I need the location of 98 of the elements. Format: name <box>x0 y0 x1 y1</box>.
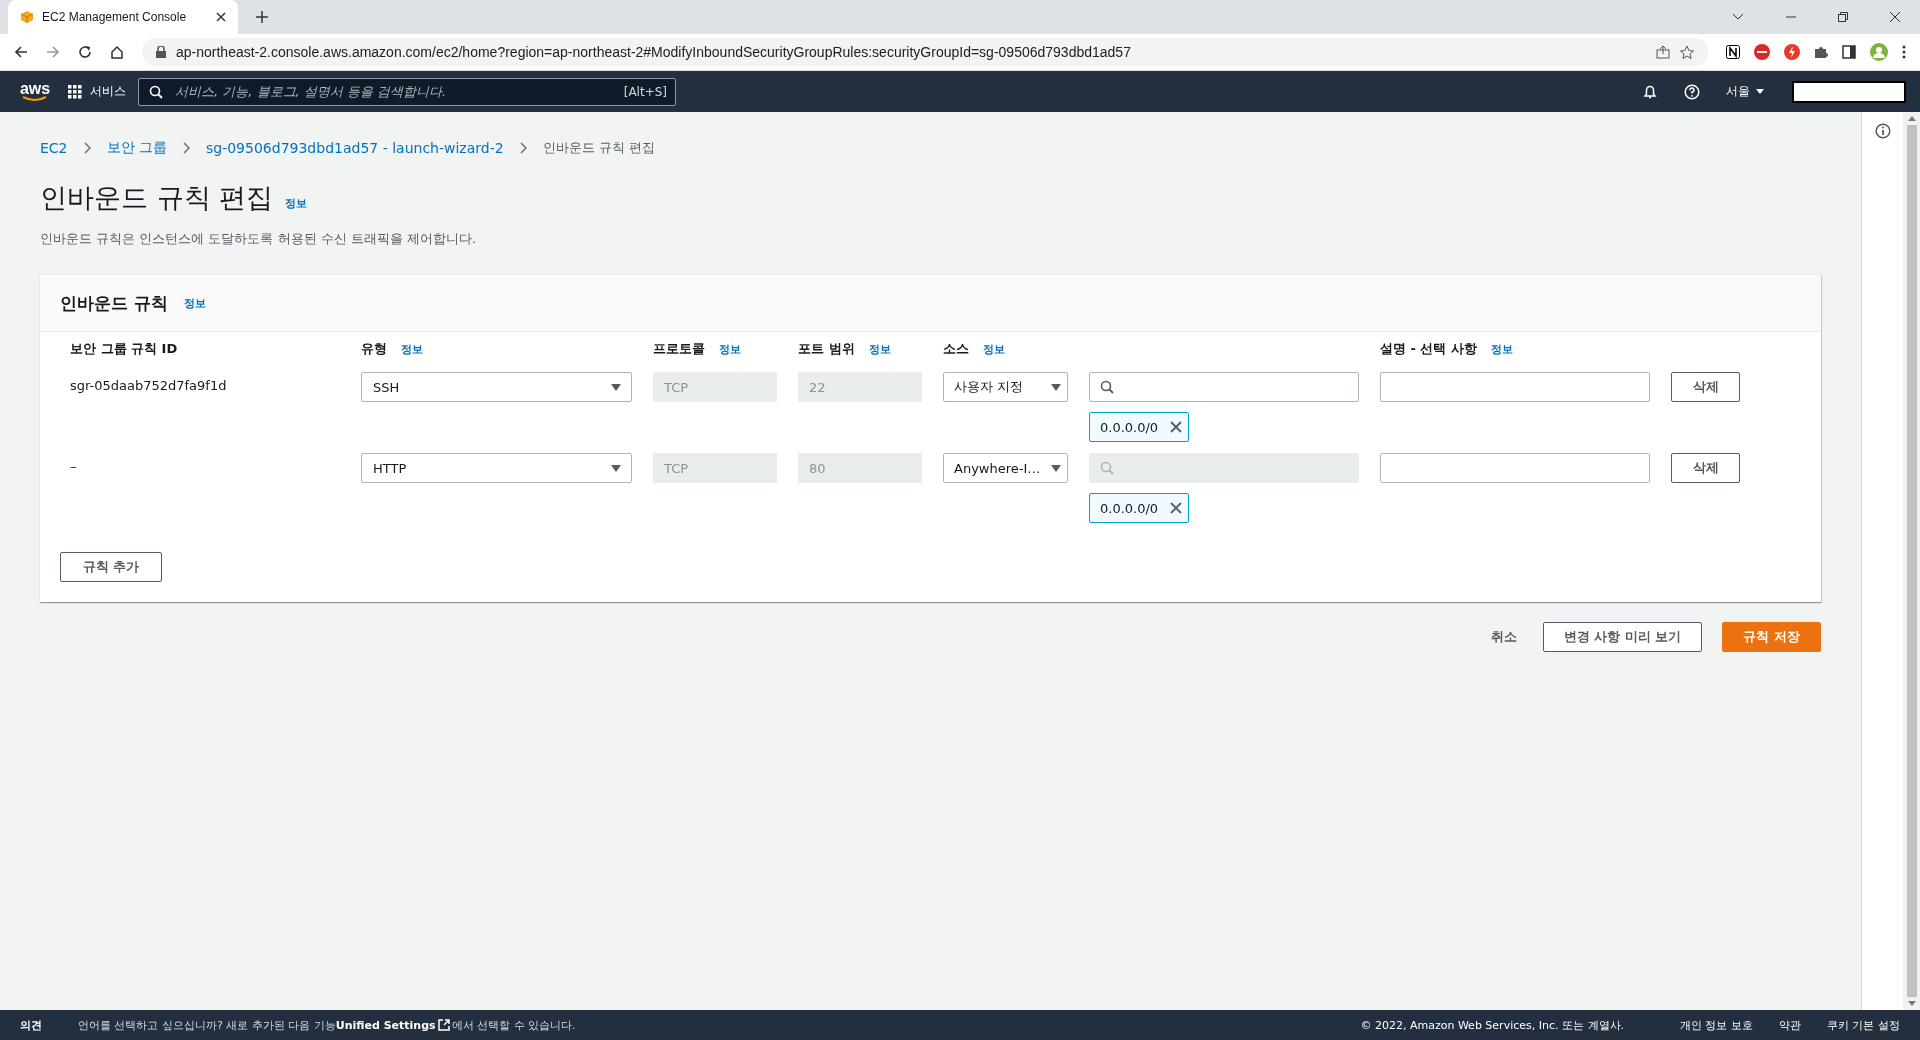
delete-button[interactable]: 삭제 <box>1671 372 1740 402</box>
info-icon[interactable] <box>1874 123 1891 139</box>
forward-icon[interactable] <box>46 45 60 59</box>
info-link[interactable]: 정보 <box>183 295 206 311</box>
delete-button[interactable]: 삭제 <box>1671 453 1740 483</box>
info-link[interactable]: 정보 <box>1491 341 1513 357</box>
info-link[interactable]: 정보 <box>868 341 891 357</box>
scroll-down-icon[interactable] <box>1907 1001 1916 1006</box>
copyright-text: © 2022, Amazon Web Services, Inc. 또는 계열사. <box>1360 1017 1624 1033</box>
source-select[interactable]: 사용자 지정 <box>943 372 1068 402</box>
account-menu[interactable] <box>1792 80 1906 103</box>
type-select[interactable]: HTTP <box>361 453 632 483</box>
breadcrumb-link[interactable]: 보안 그룹 <box>106 139 167 157</box>
chevron-right-icon <box>83 142 91 154</box>
cube-icon <box>20 10 34 24</box>
shortcut-hint: [Alt+S] <box>623 84 667 99</box>
caret-icon <box>1051 383 1061 391</box>
info-link[interactable]: 정보 <box>719 341 741 357</box>
search-icon <box>149 84 163 99</box>
share-icon[interactable] <box>1656 45 1670 59</box>
column-header: 소스 <box>943 340 969 358</box>
plus-icon[interactable] <box>256 11 268 23</box>
breadcrumb-current: 인바운드 규칙 편집 <box>542 139 655 157</box>
scroll-up-icon[interactable] <box>1907 116 1916 121</box>
port-field: 22 <box>798 372 922 402</box>
page-description: 인바운드 규칙은 인스턴스에 도달하도록 허용된 수신 트래픽을 제어합니다. <box>40 230 478 248</box>
column-header: 보안 그룹 규칙 ID <box>70 340 178 358</box>
settings-notice-end: 에서 선택할 수 있습니다. <box>451 1017 576 1033</box>
protocol-field: TCP <box>653 453 777 483</box>
home-icon[interactable] <box>110 45 124 59</box>
aws-logo[interactable]: aws <box>18 81 52 102</box>
rule-id: sgr-05daab752d7fa9f1d <box>70 377 228 395</box>
puzzle-icon[interactable] <box>1814 45 1828 59</box>
address-field[interactable]: ap-northeast-2.console.aws.amazon.com/ec2/home?region=ap-northeast-2#ModifyInboundSecurityGroupRules:securityGroupId=sg-09506d793dbd1ad57 <box>142 38 1708 66</box>
breadcrumb-link[interactable]: EC2 <box>40 140 68 156</box>
column-header: 프로토콜 <box>653 340 705 358</box>
caret-icon <box>611 464 621 472</box>
add-rule-button[interactable]: 규칙 추가 <box>60 552 162 582</box>
info-link[interactable]: 정보 <box>983 341 1005 357</box>
column-header: 유형 <box>361 340 387 358</box>
smile-icon <box>22 95 48 102</box>
cidr-search-field[interactable] <box>1089 372 1359 402</box>
column-header: 설명 - 선택 사항 <box>1380 340 1477 358</box>
token-label: 0.0.0.0/0 <box>1100 419 1159 435</box>
feedback-link[interactable]: 의견 <box>20 1017 42 1033</box>
scrollbar-thumb[interactable] <box>1906 125 1917 997</box>
flame-icon[interactable] <box>1784 44 1800 60</box>
search-field[interactable]: 서비스, 기능, 블로그, 설명서 등을 검색합니다. [Alt+S] <box>138 77 676 106</box>
search-icon <box>1100 380 1114 394</box>
lock-icon <box>156 46 166 58</box>
close-icon[interactable] <box>1170 421 1183 433</box>
sidebar-icon[interactable] <box>1842 45 1856 59</box>
chevron-right-icon <box>519 142 527 154</box>
settings-notice: 언어를 선택하고 싶으십니까? 새로 추가된 다음 기능Unified Settings <box>78 1017 436 1033</box>
caret-icon <box>611 383 621 391</box>
search-input[interactable]: 서비스, 기능, 블로그, 설명서 등을 검색합니다. <box>173 83 614 100</box>
token-label: 0.0.0.0/0 <box>1100 500 1159 516</box>
browser-tab[interactable]: EC2 Management Console <box>8 0 238 34</box>
reload-icon[interactable] <box>78 45 92 59</box>
search-icon <box>1100 461 1114 475</box>
rule-id: – <box>70 458 78 476</box>
help-icon[interactable] <box>1684 83 1700 100</box>
services-menu[interactable]: 서비스 <box>68 83 126 100</box>
description-field[interactable] <box>1380 372 1650 402</box>
description-field[interactable] <box>1380 453 1650 483</box>
star-icon[interactable] <box>1680 45 1694 59</box>
panel-title: 인바운드 규칙 <box>60 291 168 315</box>
cancel-link[interactable]: 취소 <box>1490 628 1517 646</box>
back-icon[interactable] <box>14 45 28 59</box>
chevron-right-icon <box>183 142 190 154</box>
tab-title: EC2 Management Console <box>42 10 188 24</box>
notion-icon[interactable] <box>1726 45 1740 59</box>
region-menu[interactable]: 서울 <box>1726 83 1764 100</box>
column-header: 포트 범위 <box>798 340 855 358</box>
grid-icon <box>68 84 82 99</box>
port-field: 80 <box>798 453 922 483</box>
info-link[interactable]: 정보 <box>285 196 308 211</box>
source-select[interactable]: Anywhere-I… <box>943 453 1068 483</box>
restore-icon[interactable] <box>1838 12 1848 22</box>
external-link-icon[interactable] <box>437 1019 450 1031</box>
info-link[interactable]: 정보 <box>401 341 423 357</box>
caret-icon <box>1756 89 1764 94</box>
preview-button[interactable]: 변경 사항 미리 보기 <box>1542 622 1703 652</box>
chevron-down-icon[interactable] <box>1732 13 1744 21</box>
breadcrumb-link[interactable]: sg-09506d793dbd1ad57 - launch-wizard-2 <box>206 140 504 156</box>
close-icon[interactable] <box>216 12 226 22</box>
footer-link[interactable]: 쿠키 기본 설정 <box>1827 1017 1900 1033</box>
stop-sign-icon[interactable] <box>1754 44 1770 60</box>
close-icon[interactable] <box>1170 502 1183 514</box>
close-icon[interactable] <box>1890 12 1900 22</box>
footer-link[interactable]: 약관 <box>1779 1017 1801 1033</box>
caret-icon <box>1051 464 1061 472</box>
page-title: 인바운드 규칙 편집 <box>40 181 274 215</box>
more-icon[interactable] <box>1902 45 1906 59</box>
protocol-field: TCP <box>653 372 777 402</box>
type-select[interactable]: SSH <box>361 372 632 402</box>
footer-link[interactable]: 개인 정보 보호 <box>1680 1017 1753 1033</box>
bell-icon[interactable] <box>1642 83 1658 100</box>
